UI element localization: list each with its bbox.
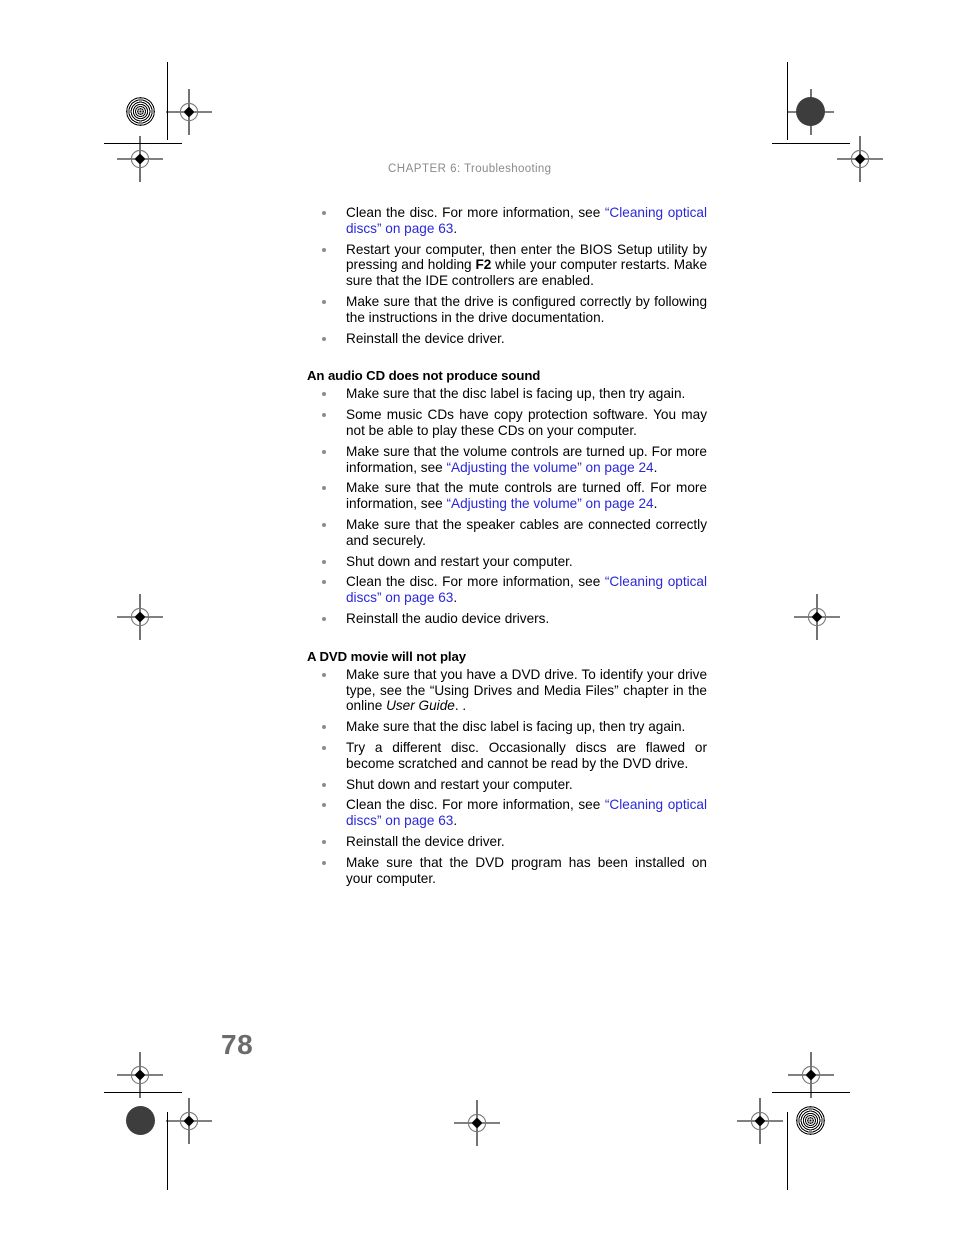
bullet-item: Make sure that you have a DVD drive. To … <box>307 667 707 714</box>
section-heading: A DVD movie will not play <box>307 648 466 664</box>
bullet-item: Clean the disc. For more information, se… <box>307 797 707 829</box>
bullet-text: Make sure that the disc label is facing … <box>346 386 686 402</box>
bullet-text: Shut down and restart your computer. <box>346 776 573 792</box>
running-header: CHAPTER 6: Troubleshooting <box>388 163 551 175</box>
density-patch-icon <box>796 1106 825 1135</box>
bullet-text: Some music CDs have copy protection soft… <box>346 407 707 438</box>
bullet-item: Make sure that the drive is configured c… <box>307 294 707 326</box>
registration-target-icon <box>117 136 163 182</box>
bullet-text: Reinstall the device driver. <box>346 330 505 346</box>
bullet-text: . <box>453 813 458 829</box>
bullet-list: Make sure that you have a DVD drive. To … <box>307 667 707 887</box>
trim-line <box>787 1112 788 1190</box>
bullet-item: Make sure that the disc label is facing … <box>307 719 707 735</box>
density-patch-icon <box>126 97 155 126</box>
bullet-text: . <box>453 590 458 606</box>
bullet-item: Make sure that the disc label is facing … <box>307 386 707 402</box>
registration-target-icon <box>788 1052 834 1098</box>
bullet-item: Reinstall the device driver. <box>307 834 707 850</box>
bullet-item: Clean the disc. For more information, se… <box>307 574 707 606</box>
bullet-item: Shut down and restart your computer. <box>307 777 707 793</box>
bullet-list: Make sure that the disc label is facing … <box>307 386 707 626</box>
trim-line <box>772 143 850 144</box>
bullet-text: Clean the disc. For more information, se… <box>346 205 605 220</box>
density-patch-icon <box>796 97 825 126</box>
book-title: User Guide <box>386 698 455 714</box>
registration-target-icon <box>454 1100 500 1146</box>
bullet-text: Make sure that the disc label is facing … <box>346 719 686 735</box>
trim-line <box>104 143 182 144</box>
registration-target-icon <box>166 1098 212 1144</box>
running-header-chapter: CHAPTER 6: <box>388 163 461 175</box>
page-number: 78 <box>221 1029 254 1060</box>
key-label: F2 <box>475 257 492 273</box>
trim-line <box>772 1092 850 1093</box>
bullet-item: Shut down and restart your computer. <box>307 554 707 570</box>
bullet-item: Reinstall the audio device drivers. <box>307 611 707 627</box>
bullet-item: Restart your computer, then enter the BI… <box>307 242 707 289</box>
bullet-item: Try a different disc. Occasionally discs… <box>307 740 707 772</box>
trim-line <box>787 62 788 140</box>
bullet-text: Clean the disc. For more information, se… <box>346 574 605 590</box>
bullet-item: Make sure that the mute controls are tur… <box>307 480 707 512</box>
registration-target-icon <box>117 594 163 640</box>
bullet-text: . <box>653 459 658 475</box>
bullet-text: Try a different disc. Occasionally discs… <box>346 739 707 771</box>
trim-line <box>167 62 168 140</box>
cross-reference-link[interactable]: “Adjusting the volume” on page 24 <box>447 460 654 475</box>
registration-target-icon <box>117 1052 163 1098</box>
bullet-item: Make sure that the volume controls are t… <box>307 444 707 476</box>
bullet-item: Make sure that the speaker cables are co… <box>307 517 707 549</box>
bullet-item: Make sure that the DVD program has been … <box>307 855 707 887</box>
bullet-text: Shut down and restart your computer. <box>346 553 573 569</box>
bullet-text: Make sure that the drive is configured c… <box>346 293 707 325</box>
registration-target-icon <box>794 594 840 640</box>
registration-target-icon <box>166 89 212 135</box>
registration-target-icon <box>737 1098 783 1144</box>
bullet-text: . <box>453 220 458 236</box>
bullet-text: Clean the disc. For more information, se… <box>346 797 605 813</box>
density-patch-icon <box>126 1106 155 1135</box>
registration-target-icon <box>788 89 834 135</box>
bullet-text: Make sure that the DVD program has been … <box>346 854 707 886</box>
running-header-title: Troubleshooting <box>464 163 552 175</box>
bullet-text: Reinstall the audio device drivers. <box>346 610 550 626</box>
bullet-list: Clean the disc. For more information, se… <box>307 205 707 346</box>
bullet-item: Clean the disc. For more information, se… <box>307 205 707 237</box>
bullet-text: . <box>653 496 658 512</box>
bullet-text: . . <box>454 698 467 714</box>
cross-reference-link[interactable]: “Adjusting the volume” on page 24 <box>447 496 654 511</box>
trim-line <box>167 1112 168 1190</box>
bullet-text: Make sure that the speaker cables are co… <box>346 516 707 548</box>
bullet-item: Reinstall the device driver. <box>307 331 707 347</box>
section-heading: An audio CD does not produce sound <box>307 368 541 384</box>
bullet-text: Reinstall the device driver. <box>346 833 505 849</box>
registration-target-icon <box>837 136 883 182</box>
bullet-item: Some music CDs have copy protection soft… <box>307 407 707 439</box>
trim-line <box>104 1092 182 1093</box>
page-content: Clean the disc. For more information, se… <box>307 205 707 891</box>
